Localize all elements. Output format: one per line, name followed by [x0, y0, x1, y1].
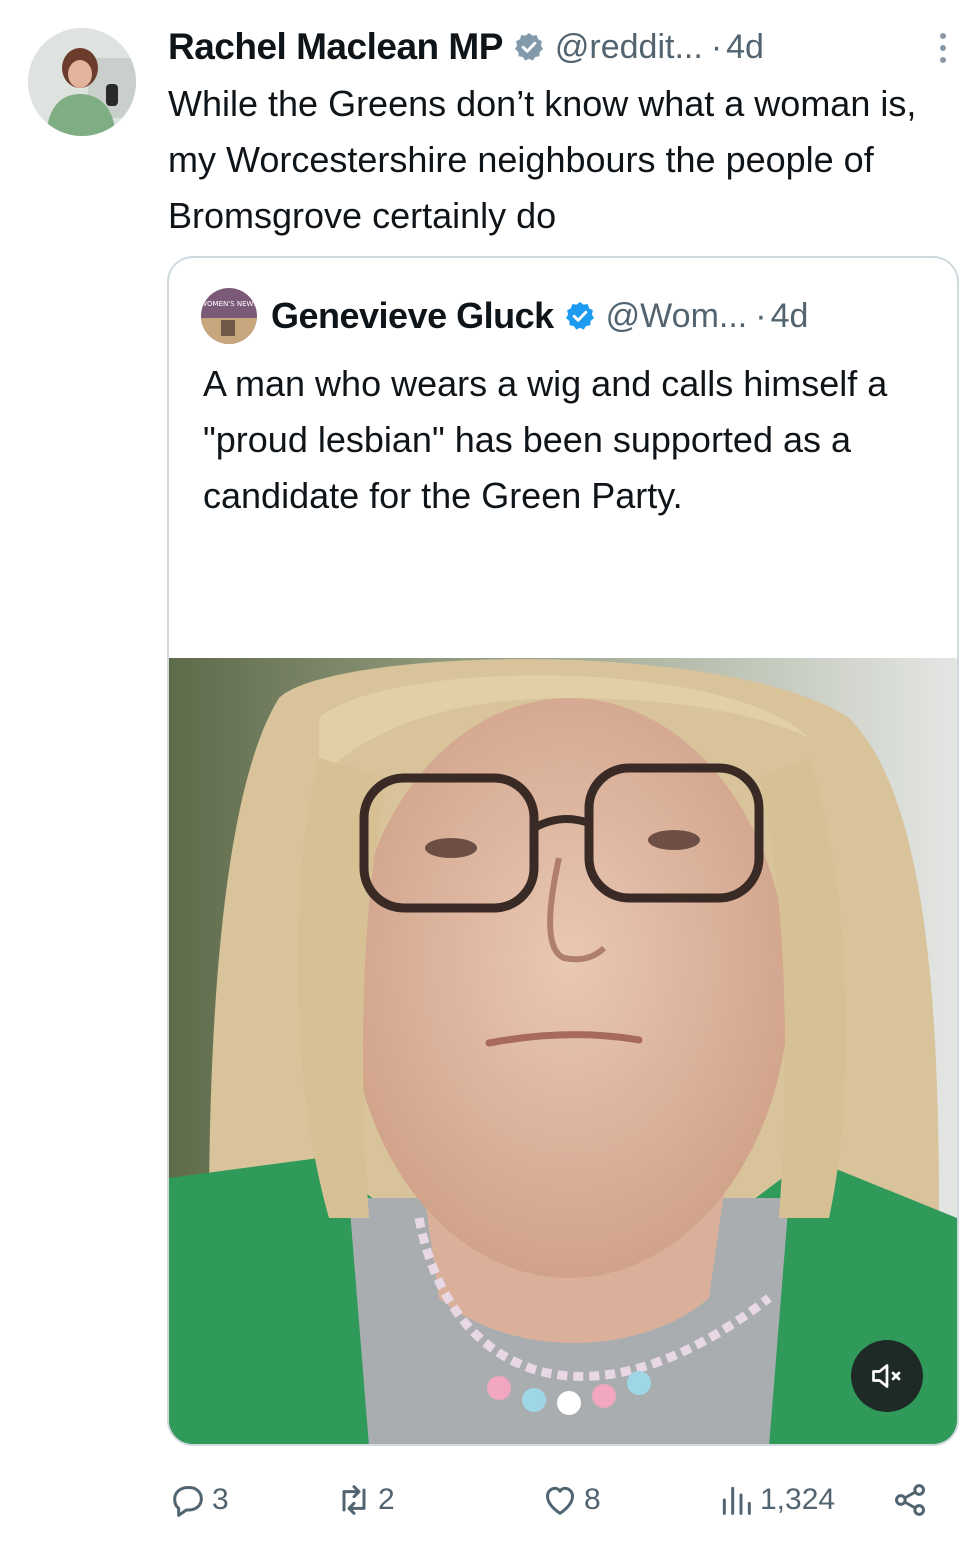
reply-button[interactable]: 3	[168, 1472, 229, 1528]
tweet-time[interactable]: 4d	[726, 28, 764, 67]
repost-button[interactable]: 2	[334, 1472, 395, 1528]
quote-text: A man who wears a wig and calls himself …	[203, 363, 888, 516]
like-button[interactable]: 8	[540, 1472, 601, 1528]
tweet-text: While the Greens don’t know what a woman…	[168, 83, 917, 236]
video-thumbnail[interactable]	[169, 658, 957, 1444]
like-count: 8	[584, 1483, 601, 1516]
reply-icon	[173, 1486, 203, 1517]
share-button[interactable]	[890, 1472, 930, 1528]
quote-author-handle[interactable]: @Wom...	[606, 297, 748, 336]
quote-time[interactable]: 4d	[771, 297, 809, 336]
reply-count: 3	[212, 1483, 229, 1516]
quote-author-name[interactable]: Genevieve Gluck	[271, 295, 554, 337]
tweet-header: Rachel Maclean MP @reddit... · 4d	[168, 22, 960, 72]
action-bar: 3 2 8 1,324	[168, 1472, 958, 1528]
quote-avatar-image: WOMEN'S NEWS	[201, 288, 257, 344]
author-avatar-image	[28, 28, 136, 136]
views-button[interactable]: 1,324	[716, 1472, 835, 1528]
views-count: 1,324	[760, 1483, 836, 1516]
views-icon	[722, 1486, 751, 1515]
quote-avatar-text: WOMEN'S NEWS	[201, 300, 257, 308]
verified-gray-icon	[514, 33, 543, 61]
quote-header: WOMEN'S NEWS Genevieve Gluck @Wom... · 4…	[201, 288, 809, 344]
quote-separator-dot: ·	[755, 296, 767, 335]
repost-count: 2	[378, 1483, 395, 1516]
quoted-tweet[interactable]: WOMEN'S NEWS Genevieve Gluck @Wom... · 4…	[167, 256, 959, 1446]
mute-icon	[872, 1364, 901, 1388]
repost-icon	[342, 1485, 366, 1515]
video-frame-image	[169, 658, 957, 1444]
mute-button[interactable]	[851, 1340, 923, 1412]
more-icon[interactable]	[926, 28, 960, 68]
separator-dot: ·	[710, 27, 723, 66]
quote-author-avatar[interactable]: WOMEN'S NEWS	[201, 288, 257, 344]
share-icon	[895, 1484, 925, 1516]
like-icon	[546, 1486, 574, 1515]
author-handle[interactable]: @reddit...	[555, 28, 703, 67]
author-name[interactable]: Rachel Maclean MP	[168, 26, 503, 68]
author-avatar[interactable]	[28, 28, 136, 136]
verified-blue-icon	[565, 302, 594, 330]
